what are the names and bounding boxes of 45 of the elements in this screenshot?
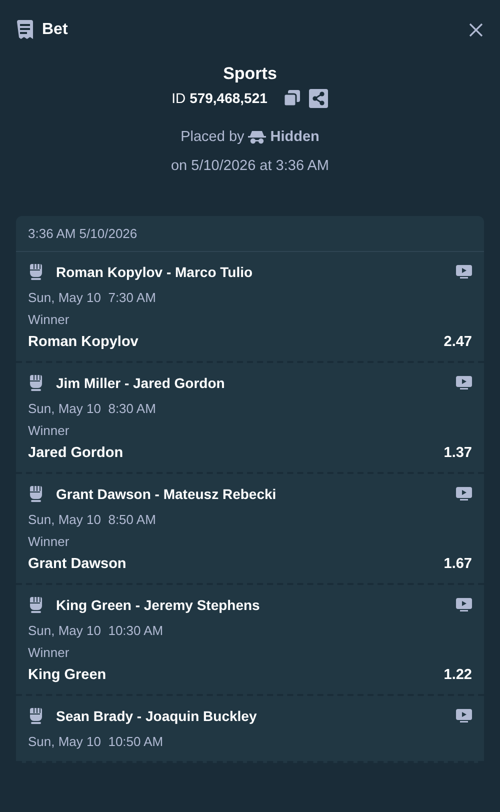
share-button[interactable] bbox=[309, 88, 328, 108]
bet-id: 579,468,521 bbox=[190, 89, 268, 108]
market-name: Winner bbox=[28, 644, 70, 662]
fist-icon bbox=[28, 596, 44, 614]
fist-icon bbox=[28, 707, 44, 725]
live-stream-button[interactable] bbox=[456, 487, 472, 501]
event-time: Sun, May 10 7:30 AM bbox=[28, 289, 157, 307]
match-title: King Green - Jeremy Stephens bbox=[56, 596, 260, 614]
match-title: Grant Dawson - Mateusz Rebecki bbox=[56, 485, 276, 503]
market-name: Winner bbox=[28, 533, 70, 551]
selection-name: Grant Dawson bbox=[28, 555, 126, 573]
incognito-icon bbox=[248, 130, 266, 144]
live-stream-button[interactable] bbox=[456, 376, 472, 390]
event-time: Sun, May 10 8:50 AM bbox=[28, 511, 157, 529]
market-name: Winner bbox=[28, 311, 70, 329]
selection-name: Jared Gordon bbox=[28, 444, 124, 462]
fist-icon bbox=[28, 263, 44, 281]
event-time: Sun, May 10 10:50 AM bbox=[28, 733, 164, 751]
live-stream-button[interactable] bbox=[456, 709, 472, 723]
placed-date: on 5/10/2026 at 3:36 AM bbox=[170, 157, 330, 176]
dialog-title: Bet bbox=[42, 20, 68, 40]
match-title: Roman Kopylov - Marco Tulio bbox=[56, 263, 253, 281]
match-title: Sean Brady - Joaquin Buckley bbox=[56, 707, 257, 725]
odds-value: 1.67 bbox=[444, 555, 472, 573]
slip-timestamp: 3:36 AM 5/10/2026 bbox=[16, 216, 484, 252]
copy-button[interactable] bbox=[283, 89, 302, 107]
id-label: ID bbox=[172, 89, 186, 108]
user-name: Hidden bbox=[270, 128, 320, 147]
fist-icon bbox=[28, 485, 44, 503]
event-time: Sun, May 10 10:30 AM bbox=[28, 622, 164, 640]
odds-value: 2.47 bbox=[444, 333, 472, 351]
selection-name: Roman Kopylov bbox=[28, 333, 138, 351]
receipt-icon bbox=[16, 20, 34, 40]
odds-value: 1.22 bbox=[444, 666, 472, 684]
live-stream-button[interactable] bbox=[456, 598, 472, 612]
placed-by-label: Placed by bbox=[180, 128, 244, 147]
fist-icon bbox=[28, 374, 44, 392]
live-stream-button[interactable] bbox=[456, 265, 472, 279]
bet-category: Sports bbox=[222, 63, 278, 85]
selection-name: King Green bbox=[28, 666, 106, 684]
market-name: Winner bbox=[28, 422, 70, 440]
odds-value: 1.37 bbox=[444, 444, 472, 462]
match-title: Jim Miller - Jared Gordon bbox=[56, 374, 225, 392]
event-time: Sun, May 10 8:30 AM bbox=[28, 400, 157, 418]
close-button[interactable] bbox=[468, 22, 484, 38]
